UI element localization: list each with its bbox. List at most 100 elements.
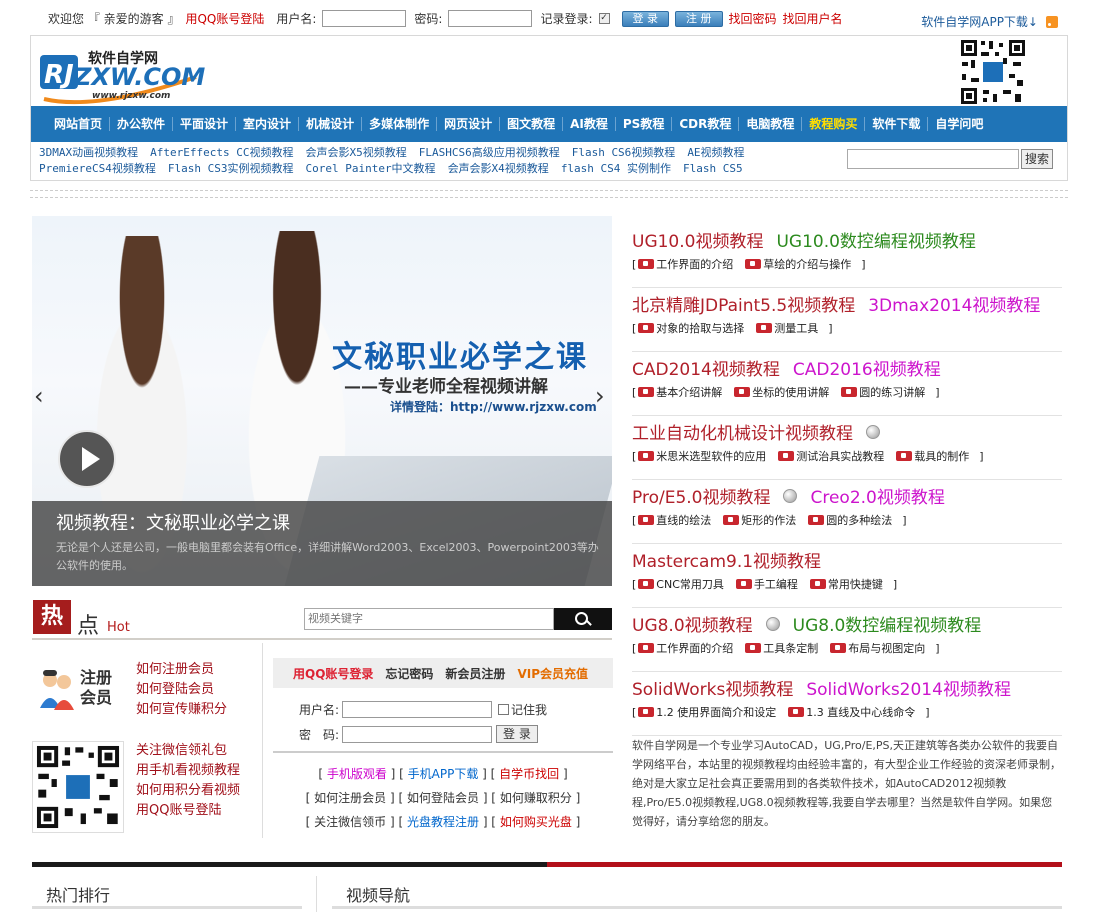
sub-link[interactable]: AfterEffects CC视频教程: [150, 145, 293, 161]
sub-link[interactable]: FLASHCS6高级应用视频教程: [419, 145, 560, 161]
course-title-link[interactable]: CAD2016视频教程: [793, 355, 941, 380]
lesson-link[interactable]: 测试治具实战教程: [776, 448, 884, 464]
lesson-link[interactable]: 米思米选型软件的应用: [636, 448, 766, 464]
sub-link[interactable]: 会声会影X5视频教程: [305, 145, 406, 161]
sub-link[interactable]: 3DMAX动画视频教程: [39, 145, 138, 161]
username-input[interactable]: [322, 10, 407, 27]
sub-link[interactable]: Corel Painter中文教程: [305, 161, 435, 177]
nav-interior[interactable]: 室内设计: [236, 117, 300, 131]
how-register-link[interactable]: 如何注册会员: [314, 791, 386, 805]
nav-home[interactable]: 网站首页: [51, 117, 111, 131]
tab-qq-login[interactable]: 用QQ账号登录: [293, 665, 373, 682]
banner-caption-title[interactable]: 视频教程：文秘职业必学之课: [56, 509, 290, 535]
lesson-link[interactable]: 圆的练习讲解: [839, 384, 925, 400]
prev-arrow-icon[interactable]: ‹: [34, 384, 50, 408]
login-password-input[interactable]: [342, 725, 493, 743]
find-username-link[interactable]: 找回用户名: [783, 10, 843, 27]
sub-link[interactable]: Flash CS3实例视频教程: [168, 161, 294, 177]
nav-office[interactable]: 办公软件: [110, 117, 174, 131]
lesson-link[interactable]: 手工编程: [734, 576, 798, 592]
how-login-link[interactable]: 如何登陆会员: [407, 791, 479, 805]
lesson-link[interactable]: 坐标的使用讲解: [732, 384, 829, 400]
sub-link[interactable]: 会声会影X4视频教程: [448, 161, 549, 177]
nav-ai[interactable]: AI教程: [563, 117, 616, 131]
coin-recover-link[interactable]: 自学币找回: [499, 767, 559, 781]
login-submit-button[interactable]: 登 录: [496, 725, 538, 743]
nav-mechanical[interactable]: 机械设计: [299, 117, 363, 131]
nav-ps[interactable]: PS教程: [616, 117, 673, 131]
course-title-link[interactable]: CAD2014视频教程: [632, 355, 780, 380]
nav-purchase[interactable]: 教程购买: [802, 117, 866, 131]
wechat-link[interactable]: 用QQ账号登陆: [136, 801, 240, 821]
lesson-link[interactable]: 1.3 直线及中心线命令: [786, 704, 915, 720]
lesson-link[interactable]: 对象的拾取与选择: [636, 320, 744, 336]
course-title-link[interactable]: UG8.0数控编程视频教程: [793, 611, 982, 636]
wechat-link[interactable]: 用手机看视频教程: [136, 761, 240, 781]
wechat-link[interactable]: 如何用积分看视频: [136, 781, 240, 801]
lesson-link[interactable]: 载具的制作: [894, 448, 969, 464]
sub-link[interactable]: AE视频教程: [687, 145, 744, 161]
login-button[interactable]: 登 录: [621, 10, 669, 27]
lesson-link[interactable]: 常用快捷键: [808, 576, 883, 592]
lesson-link[interactable]: 直线的绘法: [636, 512, 711, 528]
app-download-link[interactable]: 软件自学网APP下载↓: [921, 13, 1038, 30]
lesson-link[interactable]: 测量工具: [754, 320, 818, 336]
course-title-link[interactable]: Pro/E5.0视频教程: [632, 483, 770, 508]
banner-slider[interactable]: 文秘职业必学之课 ——专业老师全程视频讲解 详情登陆：http://www.rj…: [32, 216, 612, 586]
app-download-link-2[interactable]: 手机APP下载: [408, 767, 479, 781]
lesson-link[interactable]: 布局与视图定向: [828, 640, 925, 656]
remember-checkbox[interactable]: ✓: [598, 13, 610, 24]
qq-login-link[interactable]: 用QQ账号登陆: [185, 10, 264, 27]
course-title-link[interactable]: SolidWorks2014视频教程: [806, 675, 1011, 700]
nav-multimedia[interactable]: 多媒体制作: [362, 117, 438, 131]
lesson-link[interactable]: 工作界面的介绍: [636, 256, 733, 272]
member-link[interactable]: 如何注册会员: [136, 660, 227, 680]
member-link[interactable]: 如何宣传赚积分: [136, 700, 227, 720]
wechat-coin-link[interactable]: 关注微信领币: [314, 815, 386, 829]
course-title-link[interactable]: Mastercam9.1视频教程: [632, 547, 821, 572]
tab-register[interactable]: 新会员注册: [445, 665, 505, 682]
nav-download[interactable]: 软件下载: [865, 117, 929, 131]
sub-link[interactable]: Flash CS5: [683, 161, 743, 177]
sub-link[interactable]: PremiereCS4视频教程: [39, 161, 156, 177]
login-username-input[interactable]: [342, 701, 493, 718]
header-search-button[interactable]: 搜索: [1021, 149, 1054, 169]
wechat-link[interactable]: 关注微信领礼包: [136, 741, 240, 761]
find-password-link[interactable]: 找回密码: [729, 10, 777, 27]
lesson-link[interactable]: CNC常用刀具: [636, 576, 724, 592]
cd-register-link[interactable]: 光盘教程注册: [407, 815, 479, 829]
course-title-link[interactable]: UG10.0视频教程: [632, 227, 763, 252]
next-arrow-icon[interactable]: ›: [595, 384, 611, 408]
lesson-link[interactable]: 矩形的作法: [721, 512, 796, 528]
rss-icon[interactable]: [1046, 15, 1058, 28]
tab-vip-recharge[interactable]: VIP会员充值: [517, 665, 588, 682]
course-title-link[interactable]: 工业自动化机械设计视频教程: [632, 419, 853, 444]
sub-link[interactable]: flash CS4 实例制作: [561, 161, 671, 177]
sub-link[interactable]: Flash CS6视频教程: [572, 145, 676, 161]
lesson-link[interactable]: 草绘的介绍与操作: [743, 256, 851, 272]
course-title-link[interactable]: Creo2.0视频教程: [810, 483, 944, 508]
course-title-link[interactable]: UG8.0视频教程: [632, 611, 753, 636]
remember-me-checkbox[interactable]: [498, 704, 510, 715]
lesson-link[interactable]: 1.2 使用界面简介和设定: [636, 704, 776, 720]
how-earn-points-link[interactable]: 如何赚取积分: [500, 791, 572, 805]
course-title-link[interactable]: 3Dmax2014视频教程: [868, 291, 1040, 316]
nav-computer[interactable]: 电脑教程: [739, 117, 803, 131]
password-input[interactable]: [448, 10, 533, 27]
lesson-link[interactable]: 工作界面的介绍: [636, 640, 733, 656]
play-icon[interactable]: [58, 430, 116, 488]
lesson-link[interactable]: 工具条定制: [743, 640, 818, 656]
tab-forgot-password[interactable]: 忘记密码: [385, 665, 433, 682]
member-link[interactable]: 如何登陆会员: [136, 680, 227, 700]
register-button[interactable]: 注 册: [675, 10, 723, 27]
nav-cdr[interactable]: CDR教程: [672, 117, 740, 131]
header-search-input[interactable]: [847, 149, 1019, 169]
site-logo[interactable]: RJ 软件自学网 ZXW.COM www.rjzxw.com: [36, 39, 218, 105]
mobile-view-link[interactable]: 手机版观看: [327, 767, 387, 781]
buy-cd-link[interactable]: 如何购买光盘: [500, 815, 572, 829]
nav-text-tutorials[interactable]: 图文教程: [500, 117, 564, 131]
search-icon[interactable]: [554, 608, 612, 630]
nav-graphic[interactable]: 平面设计: [173, 117, 237, 131]
nav-webdesign[interactable]: 网页设计: [437, 117, 501, 131]
video-search-input[interactable]: [304, 608, 554, 630]
